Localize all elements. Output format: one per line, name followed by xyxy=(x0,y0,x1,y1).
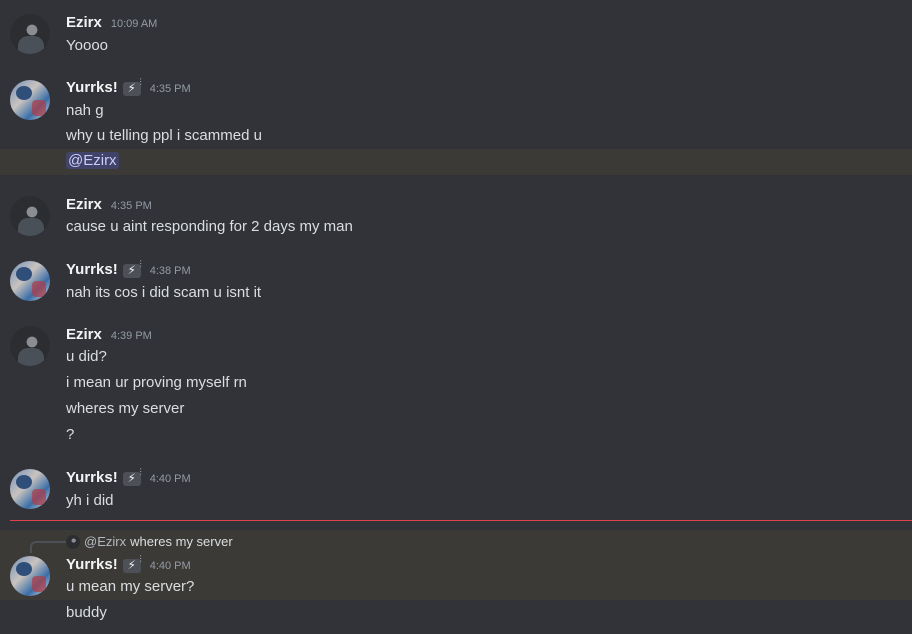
username[interactable]: Yurrks! xyxy=(66,556,118,573)
message-header: Yurrks! ⚡ ⋮ 4:38 PM xyxy=(66,260,191,278)
dots-icon: ⋮ xyxy=(136,259,145,268)
timestamp: 4:40 PM xyxy=(149,560,191,572)
username[interactable]: Yurrks! xyxy=(66,79,118,96)
username[interactable]: Yurrks! xyxy=(66,261,118,278)
message-text: u mean my server? xyxy=(66,578,195,595)
dots-icon: ⋮ xyxy=(136,554,145,563)
reply-avatar xyxy=(66,534,80,549)
lightning-icon[interactable]: ⚡ ⋮ xyxy=(122,78,145,96)
message-text: buddy xyxy=(66,604,107,621)
username[interactable]: Ezirx xyxy=(66,196,102,213)
message-text: ? xyxy=(66,426,75,443)
message-text: wheres my server xyxy=(66,400,185,417)
message-text: cause u aint responding for 2 days my ma… xyxy=(66,218,353,235)
message-header: Ezirx 4:39 PM xyxy=(66,326,152,343)
tag-glyph: ⚡ xyxy=(127,471,136,485)
avatar-yurrks[interactable] xyxy=(10,556,50,596)
user-mention[interactable]: @Ezirx xyxy=(66,152,119,169)
chat-message-list: Ezirx 10:09 AM Yoooo Yurrks! ⚡ ⋮ 4:35 PM… xyxy=(0,0,912,634)
avatar-ezirx[interactable] xyxy=(10,14,50,54)
message-text: nah g xyxy=(66,102,104,119)
timestamp: 4:40 PM xyxy=(149,473,191,485)
message-text: nah its cos i did scam u isnt it xyxy=(66,284,262,301)
username[interactable]: Yurrks! xyxy=(66,469,118,486)
mention-highlight-row xyxy=(0,149,912,175)
avatar-yurrks[interactable] xyxy=(10,469,50,509)
avatar-yurrks[interactable] xyxy=(10,261,50,301)
avatar-yurrks[interactable] xyxy=(10,80,50,120)
reply-preview[interactable]: @Ezirx wheres my server xyxy=(66,534,233,549)
reply-spine xyxy=(30,541,66,553)
timestamp: 4:35 PM xyxy=(149,83,191,95)
username[interactable]: Ezirx xyxy=(66,14,102,31)
tag-glyph: ⚡ xyxy=(127,81,136,95)
message-text: Yoooo xyxy=(66,37,108,54)
tag-glyph: ⚡ xyxy=(127,558,136,572)
lightning-icon[interactable]: ⚡ ⋮ xyxy=(122,555,145,573)
dots-icon: ⋮ xyxy=(136,467,145,476)
lightning-icon[interactable]: ⚡ ⋮ xyxy=(122,260,145,278)
message-header: Yurrks! ⚡ ⋮ 4:40 PM xyxy=(66,555,191,573)
lightning-icon[interactable]: ⚡ ⋮ xyxy=(122,468,145,486)
avatar-ezirx[interactable] xyxy=(10,196,50,236)
reply-mention[interactable]: @Ezirx xyxy=(84,534,126,549)
avatar-ezirx[interactable] xyxy=(10,326,50,366)
timestamp: 4:39 PM xyxy=(110,330,152,342)
reply-text: wheres my server xyxy=(130,534,233,549)
message-text: yh i did xyxy=(66,492,114,509)
timestamp: 4:35 PM xyxy=(110,200,152,212)
message-header: Ezirx 4:35 PM xyxy=(66,196,152,213)
message-text: i mean ur proving myself rn xyxy=(66,374,247,391)
message-header: Yurrks! ⚡ ⋮ 4:35 PM xyxy=(66,78,191,96)
timestamp: 4:38 PM xyxy=(149,265,191,277)
message-text: why u telling ppl i scammed u xyxy=(66,127,262,144)
new-messages-divider xyxy=(10,520,912,521)
message-header: Ezirx 10:09 AM xyxy=(66,14,157,31)
message-text: u did? xyxy=(66,348,107,365)
tag-glyph: ⚡ xyxy=(127,263,136,277)
timestamp: 10:09 AM xyxy=(110,18,158,30)
username[interactable]: Ezirx xyxy=(66,326,102,343)
dots-icon: ⋮ xyxy=(136,77,145,86)
message-header: Yurrks! ⚡ ⋮ 4:40 PM xyxy=(66,468,191,486)
